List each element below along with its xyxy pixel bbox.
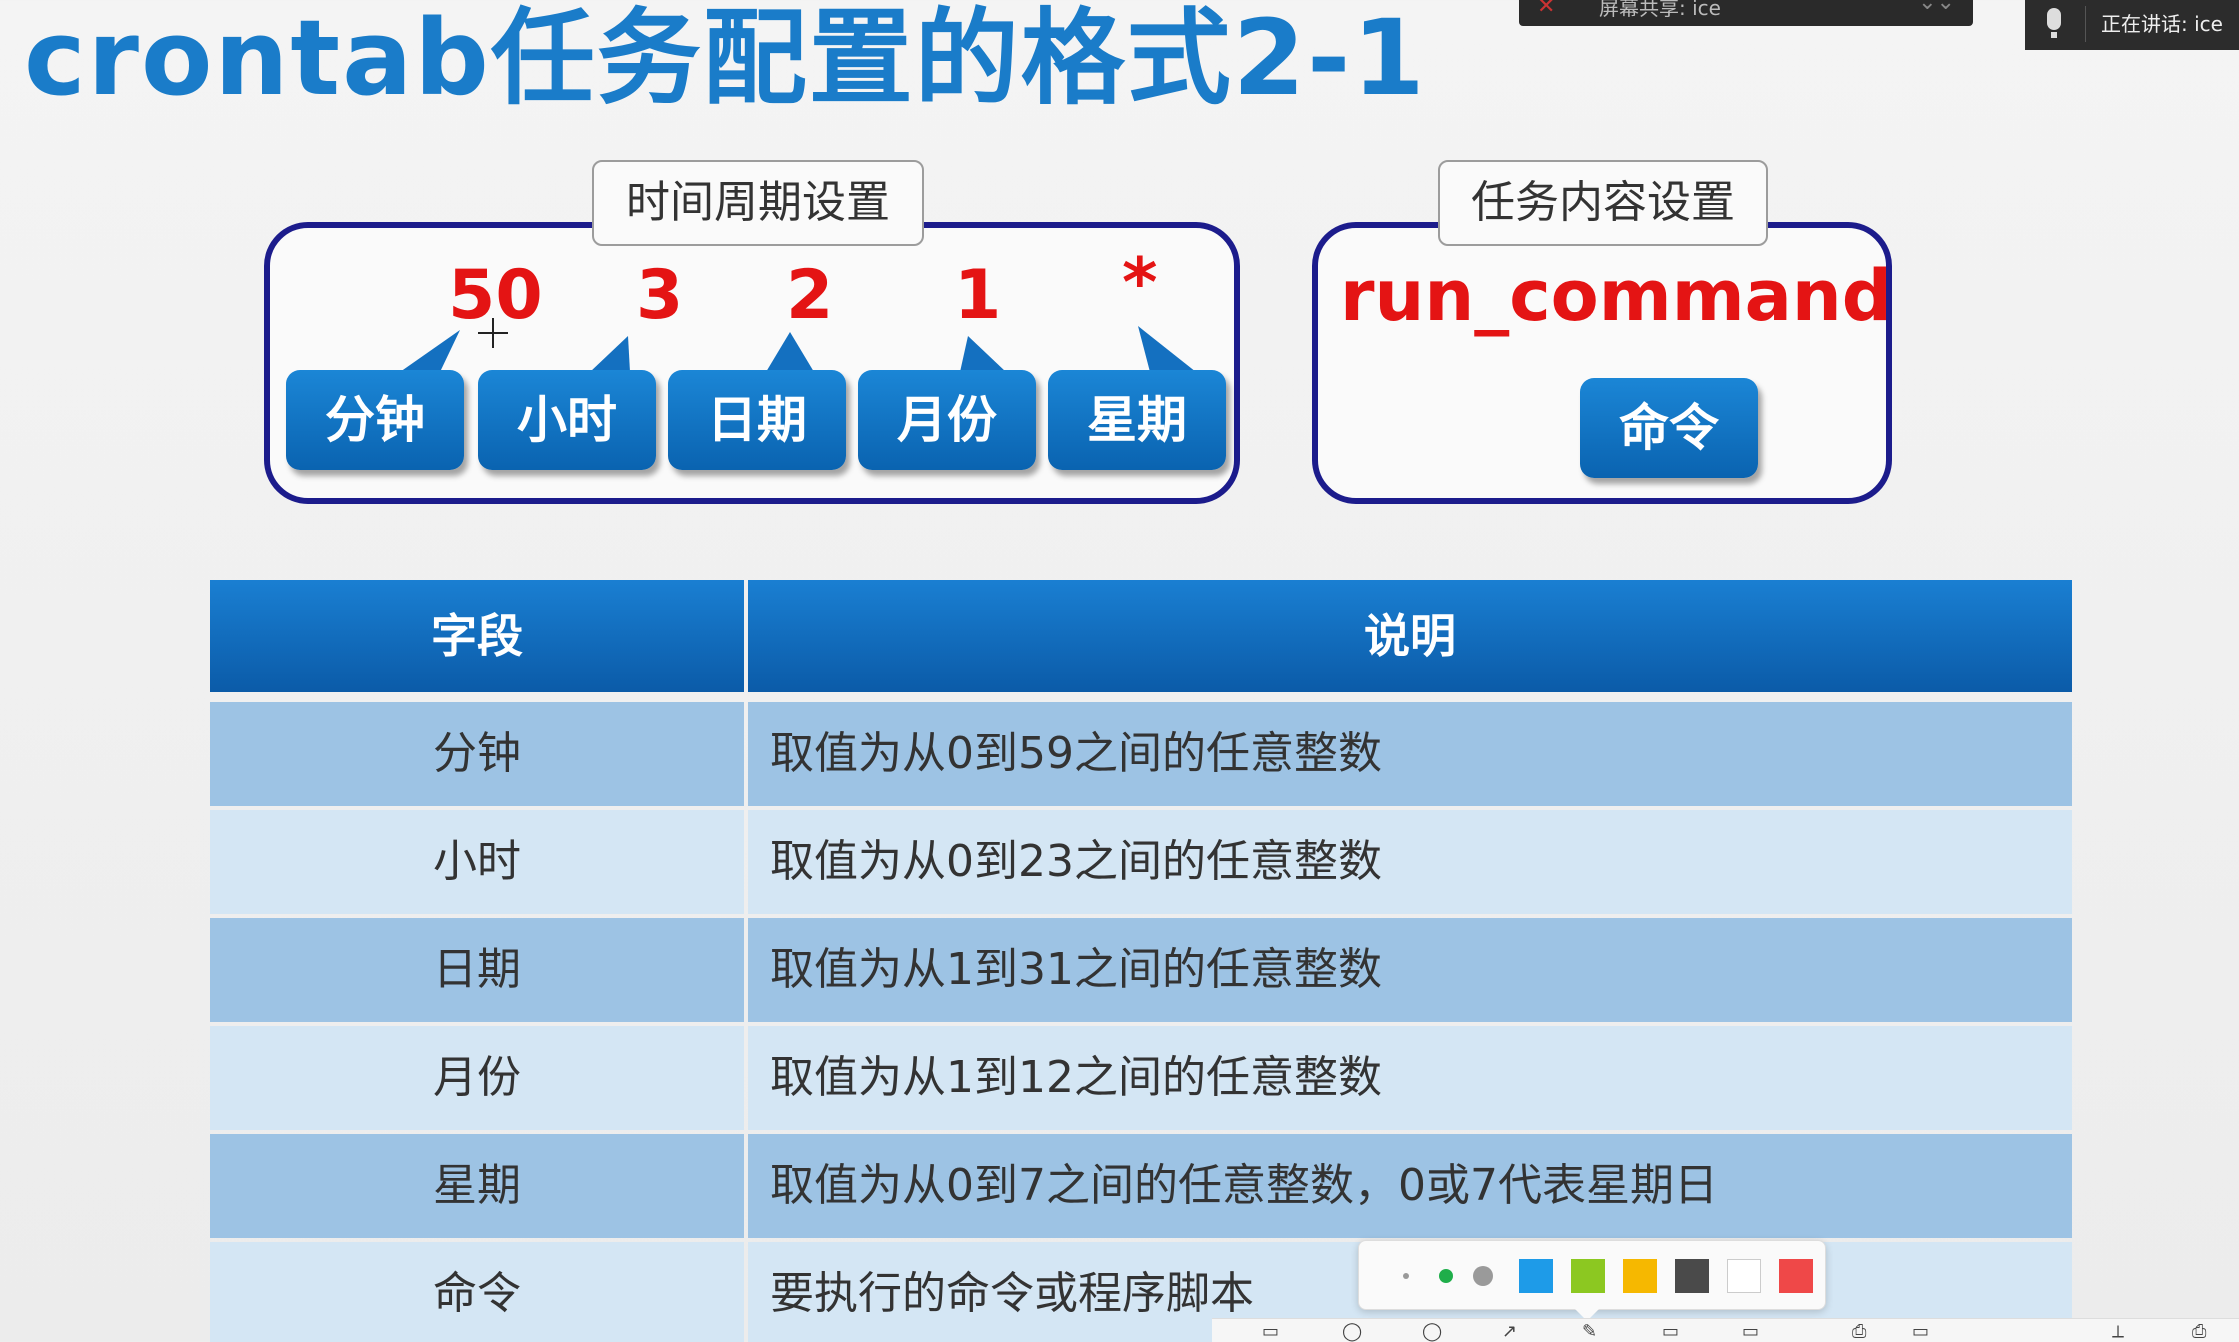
color-swatch-green[interactable] [1571,1259,1605,1293]
table-cell-description: 取值为从1到31之间的任意整数 [748,918,2072,1022]
toolbar-tool-icon[interactable]: ▭ [1662,1321,1679,1342]
dot-large-icon[interactable] [1473,1266,1493,1286]
table-row: 星期 取值为从0到7之间的任意整数，0或7代表星期日 [210,1134,2072,1238]
table-cell-field: 星期 [210,1134,744,1238]
table-header-description: 说明 [748,580,2072,692]
day-callout-arrow [766,332,814,372]
field-command: 命令 [1580,378,1758,478]
table-row: 日期 取值为从1到31之间的任意整数 [210,918,2072,1022]
color-swatch-dark[interactable] [1675,1259,1709,1293]
color-swatch-yellow[interactable] [1623,1259,1657,1293]
table-cell-field: 分钟 [210,702,744,806]
toolbar-tool-icon[interactable]: ↗ [1502,1321,1517,1342]
color-swatch-white[interactable] [1727,1259,1761,1293]
toolbar-tool-icon[interactable]: ▭ [1742,1321,1759,1342]
toolbar-tool-icon[interactable]: ⟂ [2112,1321,2124,1342]
toolbar-tool-icon[interactable]: ⎙ [2192,1321,2206,1342]
annotation-toolbar[interactable]: ▭ ◯ ◯ ↗ ✎ ▭ ▭ ⎙ ▭ ⟂ ⎙ [1212,1318,2239,1342]
table-header-row: 字段 说明 [210,580,2072,692]
color-swatch-blue[interactable] [1519,1259,1553,1293]
table-row: 小时 取值为从0到23之间的任意整数 [210,810,2072,914]
table-cell-description: 取值为从0到7之间的任意整数，0或7代表星期日 [748,1134,2072,1238]
toolbar-tool-icon[interactable]: ⎙ [1852,1321,1866,1342]
field-day: 日期 [668,370,846,470]
dot-medium-icon[interactable] [1439,1269,1453,1283]
hour-callout-arrow [590,336,630,372]
task-content-label: 任务内容设置 [1438,160,1768,246]
table-row: 月份 取值为从1到12之间的任意整数 [210,1026,2072,1130]
toolbar-tool-icon[interactable]: ✎ [1582,1321,1597,1342]
toolbar-tool-icon[interactable]: ◯ [1422,1321,1442,1342]
table-cell-field: 命令 [210,1242,744,1342]
table-cell-description: 取值为从1到12之间的任意整数 [748,1026,2072,1130]
dot-small-icon[interactable] [1403,1273,1409,1279]
color-swatch-red[interactable] [1779,1259,1813,1293]
weekday-callout-arrow [1138,326,1196,372]
toolbar-tool-icon[interactable]: ◯ [1342,1321,1362,1342]
table-header-field: 字段 [210,580,744,692]
field-weekday: 星期 [1048,370,1226,470]
table-cell-description: 取值为从0到23之间的任意整数 [748,810,2072,914]
field-month: 月份 [858,370,1036,470]
minute-callout-arrow [400,330,460,372]
month-callout-arrow [960,336,1006,372]
toolbar-tool-icon[interactable]: ▭ [1912,1321,1929,1342]
table-cell-description: 取值为从0到59之间的任意整数 [748,702,2072,806]
command-value: run_command [1340,255,1892,337]
table-cell-field: 月份 [210,1026,744,1130]
table-row: 分钟 取值为从0到59之间的任意整数 [210,702,2072,806]
table-cell-field: 日期 [210,918,744,1022]
table-cell-field: 小时 [210,810,744,914]
field-hour: 小时 [478,370,656,470]
toolbar-tool-icon[interactable]: ▭ [1262,1321,1279,1342]
field-minute: 分钟 [286,370,464,470]
pen-color-palette [1358,1240,1826,1321]
